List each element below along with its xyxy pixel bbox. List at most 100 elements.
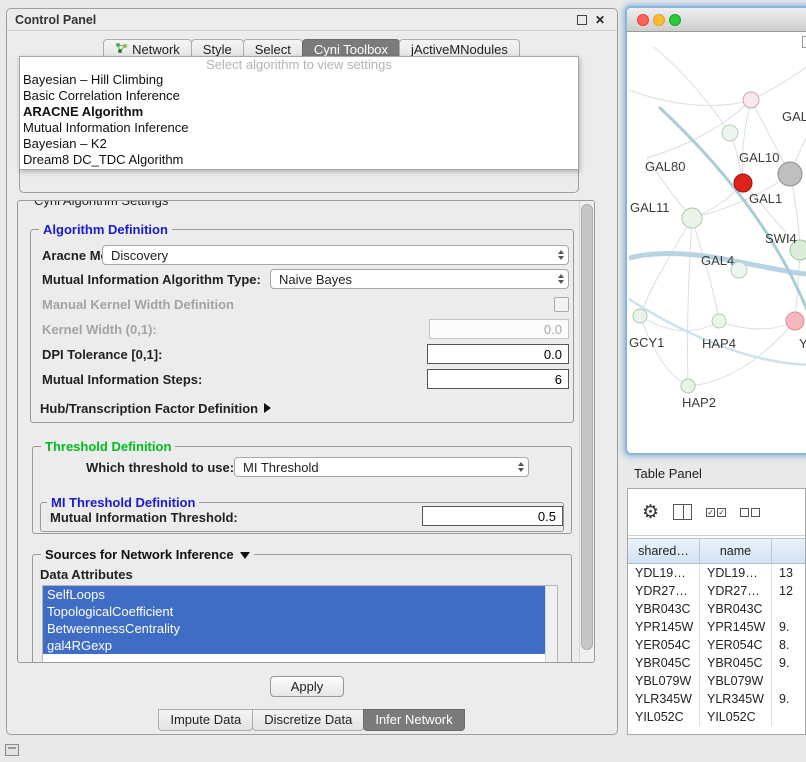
- hub-section-toggle[interactable]: Hub/Transcription Factor Definition: [40, 401, 271, 416]
- float-window-icon[interactable]: [575, 13, 589, 27]
- mi-threshold-input[interactable]: [422, 506, 563, 526]
- thick-edge: [629, 294, 806, 365]
- node-label: GAL11: [630, 200, 670, 215]
- dpi-tolerance-label: DPI Tolerance [0,1]:: [42, 347, 162, 362]
- deselect-all-icon[interactable]: [740, 508, 760, 517]
- network-node[interactable]: [786, 312, 804, 330]
- settings-scrollbar-thumb[interactable]: [581, 204, 593, 650]
- gear-icon[interactable]: [642, 501, 659, 524]
- collapsed-arrow-icon: [264, 403, 271, 413]
- algorithm-option-selected[interactable]: ARACNE Algorithm: [20, 104, 578, 120]
- mi-steps-label: Mutual Information Steps:: [42, 372, 202, 387]
- tab-impute-data-label: Impute Data: [170, 710, 241, 730]
- algorithm-option[interactable]: Basic Correlation Inference: [20, 88, 578, 104]
- hub-section-label: Hub/Transcription Factor Definition: [40, 401, 258, 416]
- table-header: shared… name: [628, 538, 805, 564]
- column-selector-icon[interactable]: [673, 504, 692, 520]
- column-header-extra[interactable]: [772, 539, 805, 563]
- table-row[interactable]: YBR045CYBR045C9.: [628, 654, 805, 672]
- network-graph: GAL80 GAL10 GAL GAL11 GAL1 SWI4 GAL4 GCY…: [629, 32, 806, 455]
- algorithm-definition-title: Algorithm Definition: [39, 222, 172, 237]
- network-node[interactable]: [778, 162, 802, 186]
- table-row[interactable]: YDR27…YDR27…12: [628, 582, 805, 600]
- tab-infer-network-label: Infer Network: [375, 710, 452, 730]
- mi-type-combobox[interactable]: Naive Bayes: [270, 269, 569, 289]
- kernel-width-input[interactable]: [429, 319, 569, 339]
- which-threshold-value: MI Threshold: [243, 460, 319, 475]
- close-traffic-light[interactable]: [637, 14, 649, 26]
- node-label: SWI4: [765, 231, 797, 246]
- attribute-item[interactable]: SelfLoops: [43, 586, 546, 603]
- combo-up-down-icon: [558, 250, 564, 260]
- screen: Control Panel Network Style Select Cyni …: [0, 0, 806, 762]
- network-canvas[interactable]: GAL80 GAL10 GAL GAL11 GAL1 SWI4 GAL4 GCY…: [629, 32, 806, 455]
- minimize-traffic-light[interactable]: [653, 14, 665, 26]
- table-row[interactable]: YBL079WYBL079W: [628, 672, 805, 690]
- mi-steps-input[interactable]: [427, 369, 569, 389]
- network-node[interactable]: [712, 314, 726, 328]
- network-node[interactable]: [743, 92, 759, 108]
- table-row[interactable]: YDL19…YDL19…13: [628, 564, 805, 582]
- node-label: GAL4: [701, 253, 734, 268]
- mi-type-value: Naive Bayes: [279, 272, 352, 287]
- sources-group-title: Sources for Network Inference: [45, 547, 234, 562]
- column-header-name[interactable]: name: [700, 539, 772, 563]
- which-threshold-combobox[interactable]: MI Threshold: [234, 457, 529, 477]
- algorithm-popup-placeholder: Select algorithm to view settings: [20, 57, 578, 72]
- tab-impute-data[interactable]: Impute Data: [158, 709, 253, 731]
- algorithm-option[interactable]: Dream8 DC_TDC Algorithm: [20, 152, 578, 168]
- select-all-icon[interactable]: ✓✓: [706, 508, 726, 517]
- node-label: GCY1: [629, 335, 664, 350]
- table-row[interactable]: YPR145WYPR145W9.: [628, 618, 805, 636]
- mi-threshold-label: Mutual Information Threshold:: [50, 510, 238, 525]
- network-node-gal10[interactable]: [734, 174, 752, 192]
- node-label: GAL10: [739, 150, 779, 165]
- attribute-item[interactable]: BetweennessCentrality: [43, 620, 546, 637]
- algorithm-option[interactable]: Mutual Information Inference: [20, 120, 578, 136]
- node-label: Y: [799, 336, 806, 351]
- docked-panel-icon[interactable]: [5, 744, 19, 756]
- table-row[interactable]: YBR043CYBR043C: [628, 600, 805, 618]
- attribute-item[interactable]: gal4RGexp: [43, 637, 546, 654]
- apply-button[interactable]: Apply: [270, 676, 344, 697]
- tab-discretize-data[interactable]: Discretize Data: [252, 709, 364, 731]
- table-row[interactable]: YIL052CYIL052C: [628, 708, 805, 726]
- algorithm-option[interactable]: Bayesian – Hill Climbing: [20, 72, 578, 88]
- zoom-traffic-light[interactable]: [669, 14, 681, 26]
- network-node[interactable]: [681, 379, 695, 393]
- column-header-shared-name[interactable]: shared…: [628, 539, 700, 563]
- network-node[interactable]: [722, 125, 738, 141]
- manual-kernel-checkbox[interactable]: [554, 297, 569, 312]
- network-view-window: GAL80 GAL10 GAL GAL11 GAL1 SWI4 GAL4 GCY…: [625, 6, 806, 455]
- table-row[interactable]: YLR345WYLR345W9.: [628, 690, 805, 708]
- settings-group-title: Cyni Algorithm Settings: [30, 200, 172, 208]
- data-attributes-label: Data Attributes: [40, 567, 133, 582]
- sources-group-toggle[interactable]: Sources for Network Inference: [41, 547, 254, 562]
- node-label: HAP4: [702, 336, 736, 351]
- data-attributes-list: SelfLoops TopologicalCoefficient Between…: [42, 585, 558, 663]
- network-node[interactable]: [682, 208, 702, 228]
- table-panel-title: Table Panel: [634, 466, 702, 481]
- tab-discretize-data-label: Discretize Data: [264, 710, 352, 730]
- mi-threshold-group-title: MI Threshold Definition: [47, 495, 199, 510]
- node-label: GAL: [782, 109, 806, 124]
- attributes-list-scrollbar[interactable]: [545, 586, 557, 663]
- algorithm-dropdown-popup: Select algorithm to view settings Bayesi…: [19, 56, 579, 170]
- table-row[interactable]: YER054CYER054C8.: [628, 636, 805, 654]
- bottom-tabs: Impute Data Discretize Data Infer Networ…: [7, 709, 617, 731]
- aracne-mode-combobox[interactable]: Discovery: [102, 245, 569, 265]
- network-node[interactable]: [633, 309, 647, 323]
- settings-scrollbar[interactable]: [579, 201, 594, 662]
- attribute-item[interactable]: TopologicalCoefficient: [43, 603, 546, 620]
- birdseye-toggle-icon[interactable]: [802, 36, 806, 48]
- dpi-tolerance-input[interactable]: [427, 344, 569, 364]
- node-label: GAL80: [645, 159, 685, 174]
- cyni-algorithm-settings-group: Cyni Algorithm Settings Algorithm Defini…: [17, 200, 595, 663]
- control-panel-titlebar: Control Panel: [7, 9, 617, 31]
- tab-infer-network[interactable]: Infer Network: [363, 709, 464, 731]
- close-icon[interactable]: [593, 13, 607, 27]
- algorithm-option[interactable]: Bayesian – K2: [20, 136, 578, 152]
- network-window-titlebar: [627, 8, 806, 32]
- combo-up-down-icon: [558, 274, 564, 284]
- table-panel: ✓✓ shared… name YDL19…YDL19…13 YDR27…YDR…: [627, 488, 806, 735]
